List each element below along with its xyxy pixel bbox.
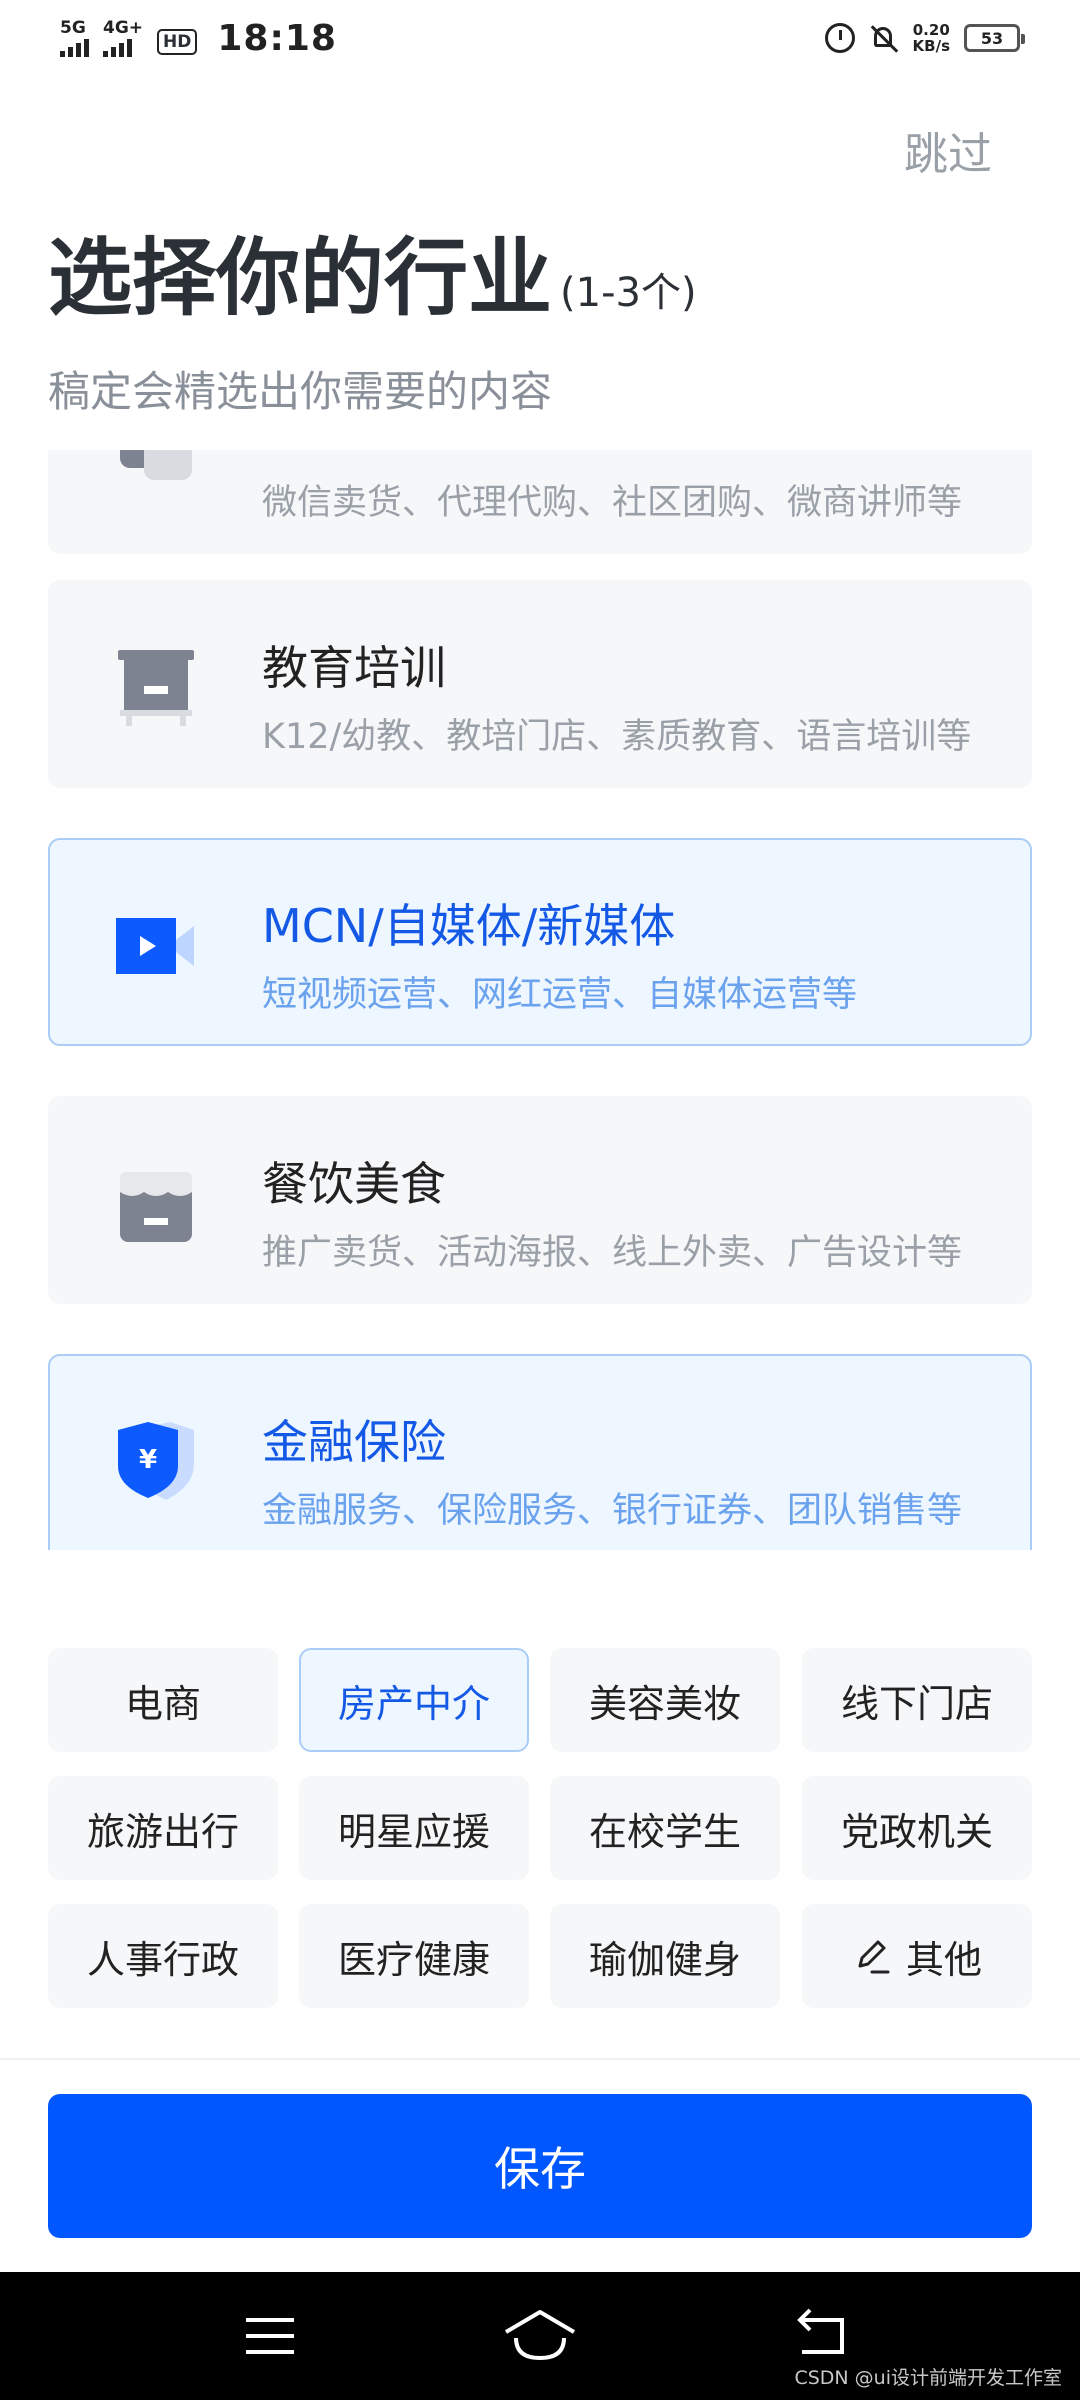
industry-card-education[interactable]: 教育培训 K12/幼教、教培门店、素质教育、语言培训等 — [48, 580, 1032, 788]
chat-icon — [120, 450, 192, 480]
tag-hr-admin[interactable]: 人事行政 — [48, 1904, 278, 2008]
bottom-divider — [0, 2058, 1080, 2060]
industry-card-title: MCN/自媒体/新媒体 — [262, 899, 676, 953]
mute-icon — [869, 23, 899, 53]
shop-icon — [120, 1172, 192, 1242]
signal-4g: 4G+ — [103, 20, 143, 57]
alarm-icon — [824, 23, 855, 53]
industry-card-finance[interactable]: ¥ 金融保险 金融服务、保险服务、银行证券、团队销售等 — [48, 1354, 1032, 1550]
hd-badge: HD — [157, 28, 198, 55]
industry-card-title: 金融保险 — [262, 1415, 446, 1469]
speed-unit: KB/s — [912, 37, 950, 55]
video-camera-icon — [116, 918, 194, 974]
menu-icon[interactable] — [240, 2306, 300, 2366]
industry-card-desc: K12/幼教、教培门店、素质教育、语言培训等 — [262, 717, 972, 757]
tag-student[interactable]: 在校学生 — [550, 1776, 780, 1880]
tag-other[interactable]: 其他 — [802, 1904, 1032, 2008]
tag-real-estate[interactable]: 房产中介 — [299, 1648, 529, 1752]
signal-bars-icon — [103, 39, 132, 57]
save-button[interactable]: 保存 — [48, 2094, 1032, 2238]
svg-text:¥: ¥ — [139, 1445, 157, 1475]
industry-card-desc: 推广卖货、活动海报、线上外卖、广告设计等 — [262, 1233, 963, 1273]
battery-level: 53 — [980, 28, 1004, 48]
status-bar: 5G 4G+ HD 18:18 0.20 KB/s 53 — [0, 0, 1080, 80]
page-subtitle: 稿定会精选出你需要的内容 — [48, 367, 553, 416]
tag-other-label: 其他 — [905, 1937, 982, 1982]
industry-card-desc: 金融服务、保险服务、银行证券、团队销售等 — [262, 1491, 963, 1531]
industry-card-wechat[interactable]: 微信卖货、代理代购、社区团购、微商讲师等 — [48, 450, 1032, 554]
title-count-hint: (1-3个) — [560, 270, 697, 316]
industry-card-title: 教育培训 — [262, 641, 446, 695]
tag-yoga-fitness[interactable]: 瑜伽健身 — [550, 1904, 780, 2008]
speed-value: 0.20 — [912, 21, 950, 39]
skip-button[interactable]: 跳过 — [904, 118, 992, 182]
battery-icon: 53 — [964, 24, 1025, 52]
network-label-4g: 4G+ — [103, 18, 144, 38]
system-nav-bar: CSDN @ui设计前端开发工作室 — [0, 2272, 1080, 2400]
network-speed: 0.20 KB/s — [913, 22, 950, 54]
industry-card-desc: 短视频运营、网红运营、自媒体运营等 — [262, 975, 858, 1015]
tag-travel[interactable]: 旅游出行 — [48, 1776, 278, 1880]
clock: 18:18 — [217, 18, 337, 59]
industry-card-food[interactable]: 餐饮美食 推广卖货、活动海报、线上外卖、广告设计等 — [48, 1096, 1032, 1304]
tag-offline-store[interactable]: 线下门店 — [802, 1648, 1032, 1752]
page-title-wrap: 选择你的行业 (1-3个) — [48, 228, 697, 328]
tag-healthcare[interactable]: 医疗健康 — [299, 1904, 529, 2008]
status-right: 0.20 KB/s 53 — [824, 22, 1025, 54]
back-icon[interactable] — [792, 2306, 852, 2366]
watermark: CSDN @ui设计前端开发工作室 — [794, 2367, 1062, 2389]
industry-card-desc: 微信卖货、代理代购、社区团购、微商讲师等 — [262, 483, 963, 523]
signal-bars-icon — [60, 39, 89, 57]
shield-yuan-icon: ¥ — [118, 1422, 194, 1500]
pencil-icon — [858, 1940, 890, 1974]
home-icon[interactable] — [502, 2306, 578, 2366]
industry-card-list[interactable]: 微信卖货、代理代购、社区团购、微商讲师等 教育培训 K12/幼教、教培门店、素质… — [48, 450, 1032, 1550]
page-title: 选择你的行业 — [48, 229, 553, 327]
tag-ecommerce[interactable]: 电商 — [48, 1648, 278, 1752]
tag-beauty[interactable]: 美容美妆 — [550, 1648, 780, 1752]
signal-5g: 5G — [60, 20, 89, 57]
blackboard-icon — [118, 650, 194, 726]
status-left: 5G 4G+ HD 18:18 — [60, 18, 337, 59]
tag-celebrity[interactable]: 明星应援 — [299, 1776, 529, 1880]
network-label-5g: 5G — [60, 18, 86, 38]
industry-card-title: 餐饮美食 — [262, 1157, 446, 1211]
tag-government[interactable]: 党政机关 — [802, 1776, 1032, 1880]
industry-card-mcn[interactable]: MCN/自媒体/新媒体 短视频运营、网红运营、自媒体运营等 — [48, 838, 1032, 1046]
